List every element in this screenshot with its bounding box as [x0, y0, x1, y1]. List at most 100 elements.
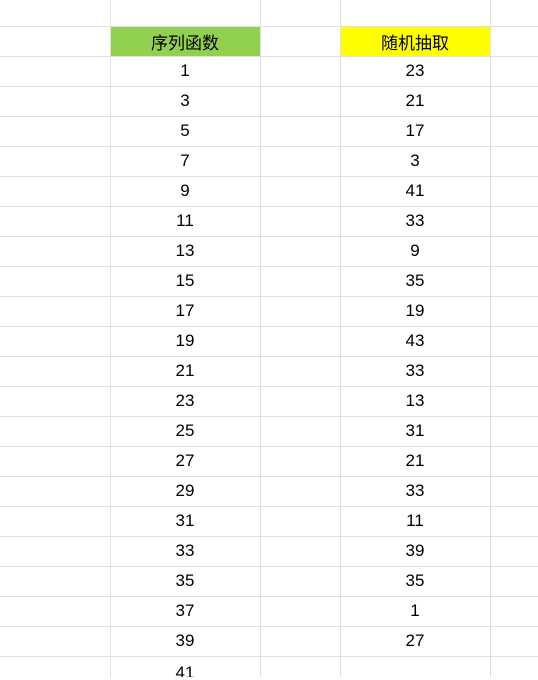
cell-empty[interactable]: [490, 206, 538, 236]
cell-sequence[interactable]: 27: [110, 446, 260, 476]
cell-empty[interactable]: [260, 386, 340, 416]
cell-empty[interactable]: [260, 566, 340, 596]
cell-empty[interactable]: [0, 26, 110, 56]
cell-sequence[interactable]: 37: [110, 596, 260, 626]
cell-empty[interactable]: [0, 506, 110, 536]
cell-empty[interactable]: [490, 26, 538, 56]
cell-random[interactable]: 21: [340, 446, 490, 476]
cell-empty[interactable]: [0, 0, 110, 26]
cell-empty[interactable]: [490, 176, 538, 206]
cell-empty[interactable]: [490, 416, 538, 446]
cell-empty[interactable]: [0, 236, 110, 266]
cell-empty[interactable]: [0, 56, 110, 86]
cell-random[interactable]: 11: [340, 506, 490, 536]
cell-empty[interactable]: [260, 656, 340, 677]
cell-sequence[interactable]: 19: [110, 326, 260, 356]
cell-empty[interactable]: [490, 146, 538, 176]
cell-sequence[interactable]: 29: [110, 476, 260, 506]
cell-sequence[interactable]: 1: [110, 56, 260, 86]
cell-random[interactable]: 27: [340, 626, 490, 656]
cell-empty[interactable]: [490, 536, 538, 566]
cell-empty[interactable]: [0, 446, 110, 476]
cell-sequence[interactable]: 39: [110, 626, 260, 656]
header-random[interactable]: 随机抽取: [340, 26, 490, 56]
cell-sequence[interactable]: 21: [110, 356, 260, 386]
cell-random[interactable]: 35: [340, 266, 490, 296]
cell-empty[interactable]: [0, 176, 110, 206]
cell-empty[interactable]: [490, 236, 538, 266]
cell-random[interactable]: 35: [340, 566, 490, 596]
header-sequence[interactable]: 序列函数: [110, 26, 260, 56]
cell-sequence[interactable]: 31: [110, 506, 260, 536]
cell-random[interactable]: 23: [340, 56, 490, 86]
cell-empty[interactable]: [260, 326, 340, 356]
cell-random[interactable]: 41: [340, 176, 490, 206]
cell-empty[interactable]: [490, 326, 538, 356]
cell-empty[interactable]: [490, 506, 538, 536]
cell-empty[interactable]: [260, 206, 340, 236]
cell-random[interactable]: 9: [340, 236, 490, 266]
cell-sequence[interactable]: 23: [110, 386, 260, 416]
cell-empty[interactable]: [0, 386, 110, 416]
cell-empty[interactable]: [490, 356, 538, 386]
cell-empty[interactable]: [260, 626, 340, 656]
cell-random[interactable]: 17: [340, 116, 490, 146]
cell-empty[interactable]: [260, 86, 340, 116]
cell-empty[interactable]: [260, 596, 340, 626]
cell-sequence[interactable]: 11: [110, 206, 260, 236]
cell-empty[interactable]: [490, 0, 538, 26]
cell-empty[interactable]: [260, 146, 340, 176]
cell-empty[interactable]: [260, 446, 340, 476]
cell-empty[interactable]: [0, 416, 110, 446]
cell-random[interactable]: 33: [340, 356, 490, 386]
cell-random[interactable]: 33: [340, 476, 490, 506]
cell-empty[interactable]: [490, 656, 538, 677]
cell-random[interactable]: 39: [340, 536, 490, 566]
spreadsheet-grid[interactable]: 序列函数随机抽取12332151773941113313915351719194…: [0, 0, 538, 677]
cell-empty[interactable]: [340, 0, 490, 26]
cell-empty[interactable]: [0, 536, 110, 566]
cell-random[interactable]: 19: [340, 296, 490, 326]
cell-empty[interactable]: [260, 266, 340, 296]
cell-empty[interactable]: [490, 296, 538, 326]
cell-sequence[interactable]: 13: [110, 236, 260, 266]
cell-empty[interactable]: [490, 56, 538, 86]
cell-empty[interactable]: [490, 626, 538, 656]
cell-empty[interactable]: [110, 0, 260, 26]
cell-empty[interactable]: [490, 476, 538, 506]
cell-random[interactable]: 43: [340, 326, 490, 356]
cell-sequence[interactable]: 25: [110, 416, 260, 446]
cell-empty[interactable]: [0, 326, 110, 356]
cell-empty[interactable]: [490, 566, 538, 596]
cell-empty[interactable]: [0, 476, 110, 506]
cell-empty[interactable]: [260, 56, 340, 86]
cell-random[interactable]: 33: [340, 206, 490, 236]
cell-empty[interactable]: [0, 626, 110, 656]
cell-sequence[interactable]: 9: [110, 176, 260, 206]
cell-empty[interactable]: [490, 266, 538, 296]
cell-sequence[interactable]: 15: [110, 266, 260, 296]
cell-empty[interactable]: [490, 386, 538, 416]
cell-empty[interactable]: [260, 26, 340, 56]
cell-empty[interactable]: [260, 176, 340, 206]
cell-sequence[interactable]: 17: [110, 296, 260, 326]
cell-empty[interactable]: [0, 596, 110, 626]
cell-empty[interactable]: [490, 446, 538, 476]
cell-random[interactable]: 13: [340, 386, 490, 416]
cell-empty[interactable]: [260, 416, 340, 446]
cell-empty[interactable]: [0, 266, 110, 296]
cell-sequence[interactable]: 41: [110, 656, 260, 677]
cell-empty[interactable]: [0, 656, 110, 677]
cell-empty[interactable]: [260, 506, 340, 536]
cell-empty[interactable]: [0, 206, 110, 236]
cell-random[interactable]: 3: [340, 146, 490, 176]
cell-sequence[interactable]: 7: [110, 146, 260, 176]
cell-random[interactable]: 1: [340, 596, 490, 626]
cell-empty[interactable]: [260, 536, 340, 566]
cell-empty[interactable]: [0, 296, 110, 326]
cell-empty[interactable]: [0, 116, 110, 146]
cell-empty[interactable]: [260, 476, 340, 506]
cell-random[interactable]: [340, 656, 490, 677]
cell-sequence[interactable]: 5: [110, 116, 260, 146]
cell-empty[interactable]: [490, 596, 538, 626]
